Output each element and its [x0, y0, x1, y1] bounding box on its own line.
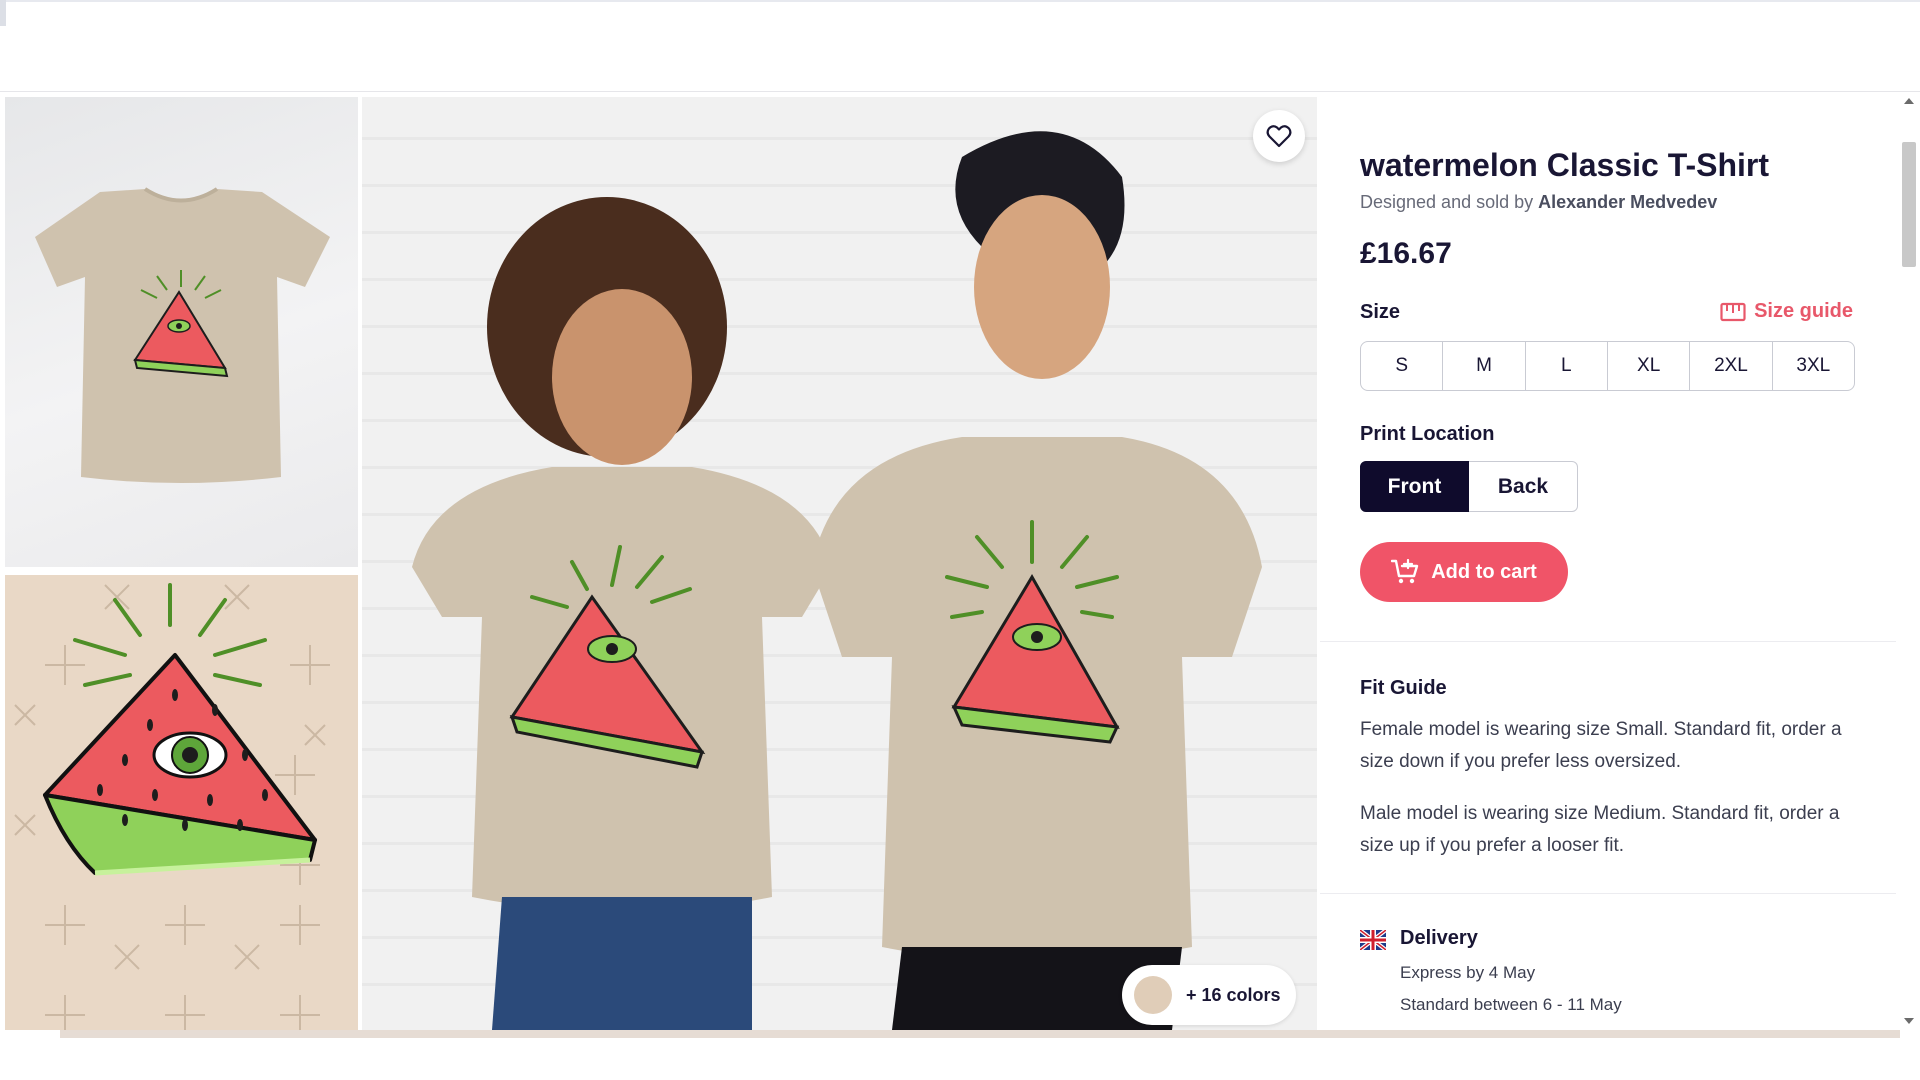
- wishlist-button[interactable]: [1253, 110, 1305, 162]
- print-back-option[interactable]: Back: [1469, 461, 1578, 512]
- size-option-l[interactable]: L: [1526, 342, 1608, 390]
- size-option-2xl[interactable]: 2XL: [1690, 342, 1773, 390]
- heart-icon: [1266, 125, 1292, 148]
- print-location-selector: Front Back: [1360, 461, 1578, 512]
- size-option-3xl[interactable]: 3XL: [1773, 342, 1854, 390]
- models-illustration: [412, 131, 1262, 1030]
- tshirt-flat-image: [35, 187, 330, 483]
- product-title: watermelon Classic T-Shirt: [1360, 147, 1770, 183]
- byline-prefix: Designed and sold by: [1360, 192, 1534, 212]
- main-product-image[interactable]: + 16 colors: [362, 97, 1317, 1030]
- fit-guide-title: Fit Guide: [1360, 677, 1447, 699]
- section-divider: [1320, 641, 1896, 642]
- bottom-strip: [60, 1030, 1900, 1038]
- product-details-panel: watermelon Classic T-Shirt Designed and …: [1320, 97, 1896, 1030]
- bottom-bar: [0, 1030, 1920, 1080]
- scroll-up-arrow[interactable]: [1904, 98, 1914, 104]
- add-to-cart-button[interactable]: Add to cart: [1360, 542, 1568, 602]
- watermelon-design-image: [14, 583, 330, 1030]
- page-scrollbar[interactable]: [1898, 92, 1920, 1030]
- cart-icon: [1391, 559, 1419, 584]
- delivery-express: Express by 4 May: [1400, 963, 1536, 982]
- selected-color-swatch: [1134, 976, 1172, 1014]
- add-to-cart-label: Add to cart: [1431, 560, 1537, 583]
- size-guide-label: Size guide: [1754, 300, 1853, 322]
- size-label: Size: [1360, 301, 1401, 323]
- tab-edge: [0, 0, 6, 26]
- image-gallery: [5, 97, 358, 1030]
- uk-flag-icon: [1360, 930, 1386, 950]
- artist-link[interactable]: Alexander Medvedev: [1538, 192, 1717, 212]
- size-option-m[interactable]: M: [1443, 342, 1526, 390]
- size-selector: S M L XL 2XL 3XL: [1360, 341, 1855, 391]
- size-guide-link[interactable]: Size guide: [1720, 300, 1853, 323]
- scrollbar-thumb[interactable]: [1902, 142, 1916, 267]
- print-front-option[interactable]: Front: [1360, 461, 1469, 512]
- delivery-title: Delivery: [1400, 927, 1478, 949]
- thumbnail-design[interactable]: [5, 575, 358, 1030]
- size-option-s[interactable]: S: [1361, 342, 1444, 390]
- fit-guide-male: Male model is wearing size Medium. Stand…: [1360, 803, 1840, 856]
- product-price: £16.67: [1360, 237, 1452, 270]
- delivery-standard: Standard between 6 - 11 May: [1400, 995, 1622, 1014]
- colors-count-label: + 16 colors: [1186, 984, 1281, 1005]
- thumbnail-tshirt[interactable]: [5, 97, 358, 567]
- print-location-label: Print Location: [1360, 423, 1495, 445]
- top-border: [0, 0, 1920, 2]
- ruler-icon: [1720, 302, 1746, 321]
- size-option-xl[interactable]: XL: [1608, 342, 1691, 390]
- colors-selector-button[interactable]: + 16 colors: [1122, 965, 1296, 1025]
- section-divider: [1320, 893, 1896, 894]
- scroll-down-arrow[interactable]: [1904, 1018, 1914, 1024]
- top-bar: [0, 0, 1920, 92]
- fit-guide-female: Female model is wearing size Small. Stan…: [1360, 719, 1842, 772]
- artist-byline: Designed and sold by Alexander Medvedev: [1360, 192, 1717, 213]
